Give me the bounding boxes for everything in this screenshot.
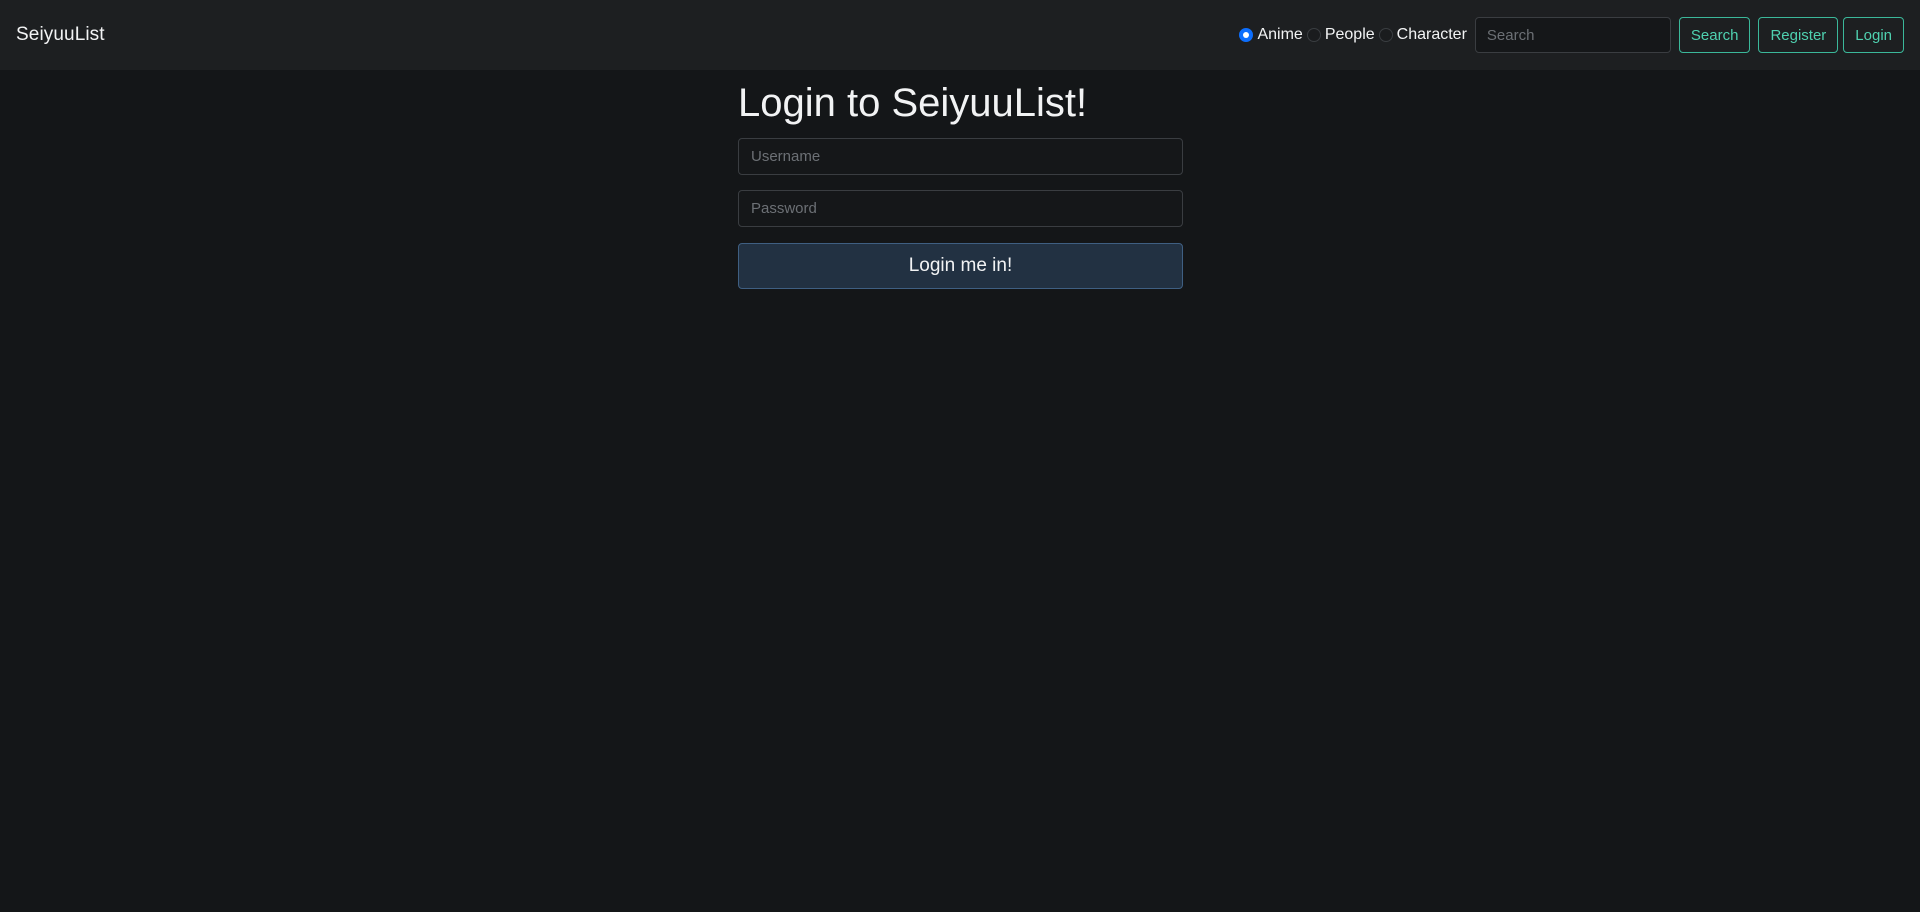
register-button[interactable]: Register [1758, 17, 1839, 53]
radio-people-circle[interactable] [1306, 28, 1321, 42]
username-field[interactable] [738, 138, 1183, 175]
radio-anime-label: Anime [1257, 26, 1303, 43]
radio-anime[interactable]: Anime [1239, 26, 1303, 44]
navbar: SeiyuuList Anime People Character Search… [0, 0, 1920, 70]
page-title: Login to SeiyuuList! [738, 81, 1088, 125]
brand-link[interactable]: SeiyuuList [16, 24, 105, 46]
radio-character-label: Character [1396, 26, 1467, 43]
navbar-search-area: Anime People Character Search Register L… [1239, 17, 1904, 53]
search-type-radio-group: Anime People Character [1239, 26, 1470, 44]
password-field[interactable] [738, 190, 1183, 227]
radio-character-circle[interactable] [1378, 28, 1393, 42]
radio-anime-circle[interactable] [1239, 28, 1254, 42]
login-submit-button[interactable]: Login me in! [738, 243, 1183, 289]
radio-character[interactable]: Character [1378, 26, 1467, 44]
login-form-container: Login to SeiyuuList! Login me in! [738, 78, 1183, 289]
radio-people-label: People [1324, 26, 1375, 43]
login-nav-button[interactable]: Login [1843, 17, 1904, 53]
search-input[interactable] [1474, 17, 1671, 53]
search-button[interactable]: Search [1678, 17, 1751, 53]
radio-people[interactable]: People [1306, 26, 1375, 44]
